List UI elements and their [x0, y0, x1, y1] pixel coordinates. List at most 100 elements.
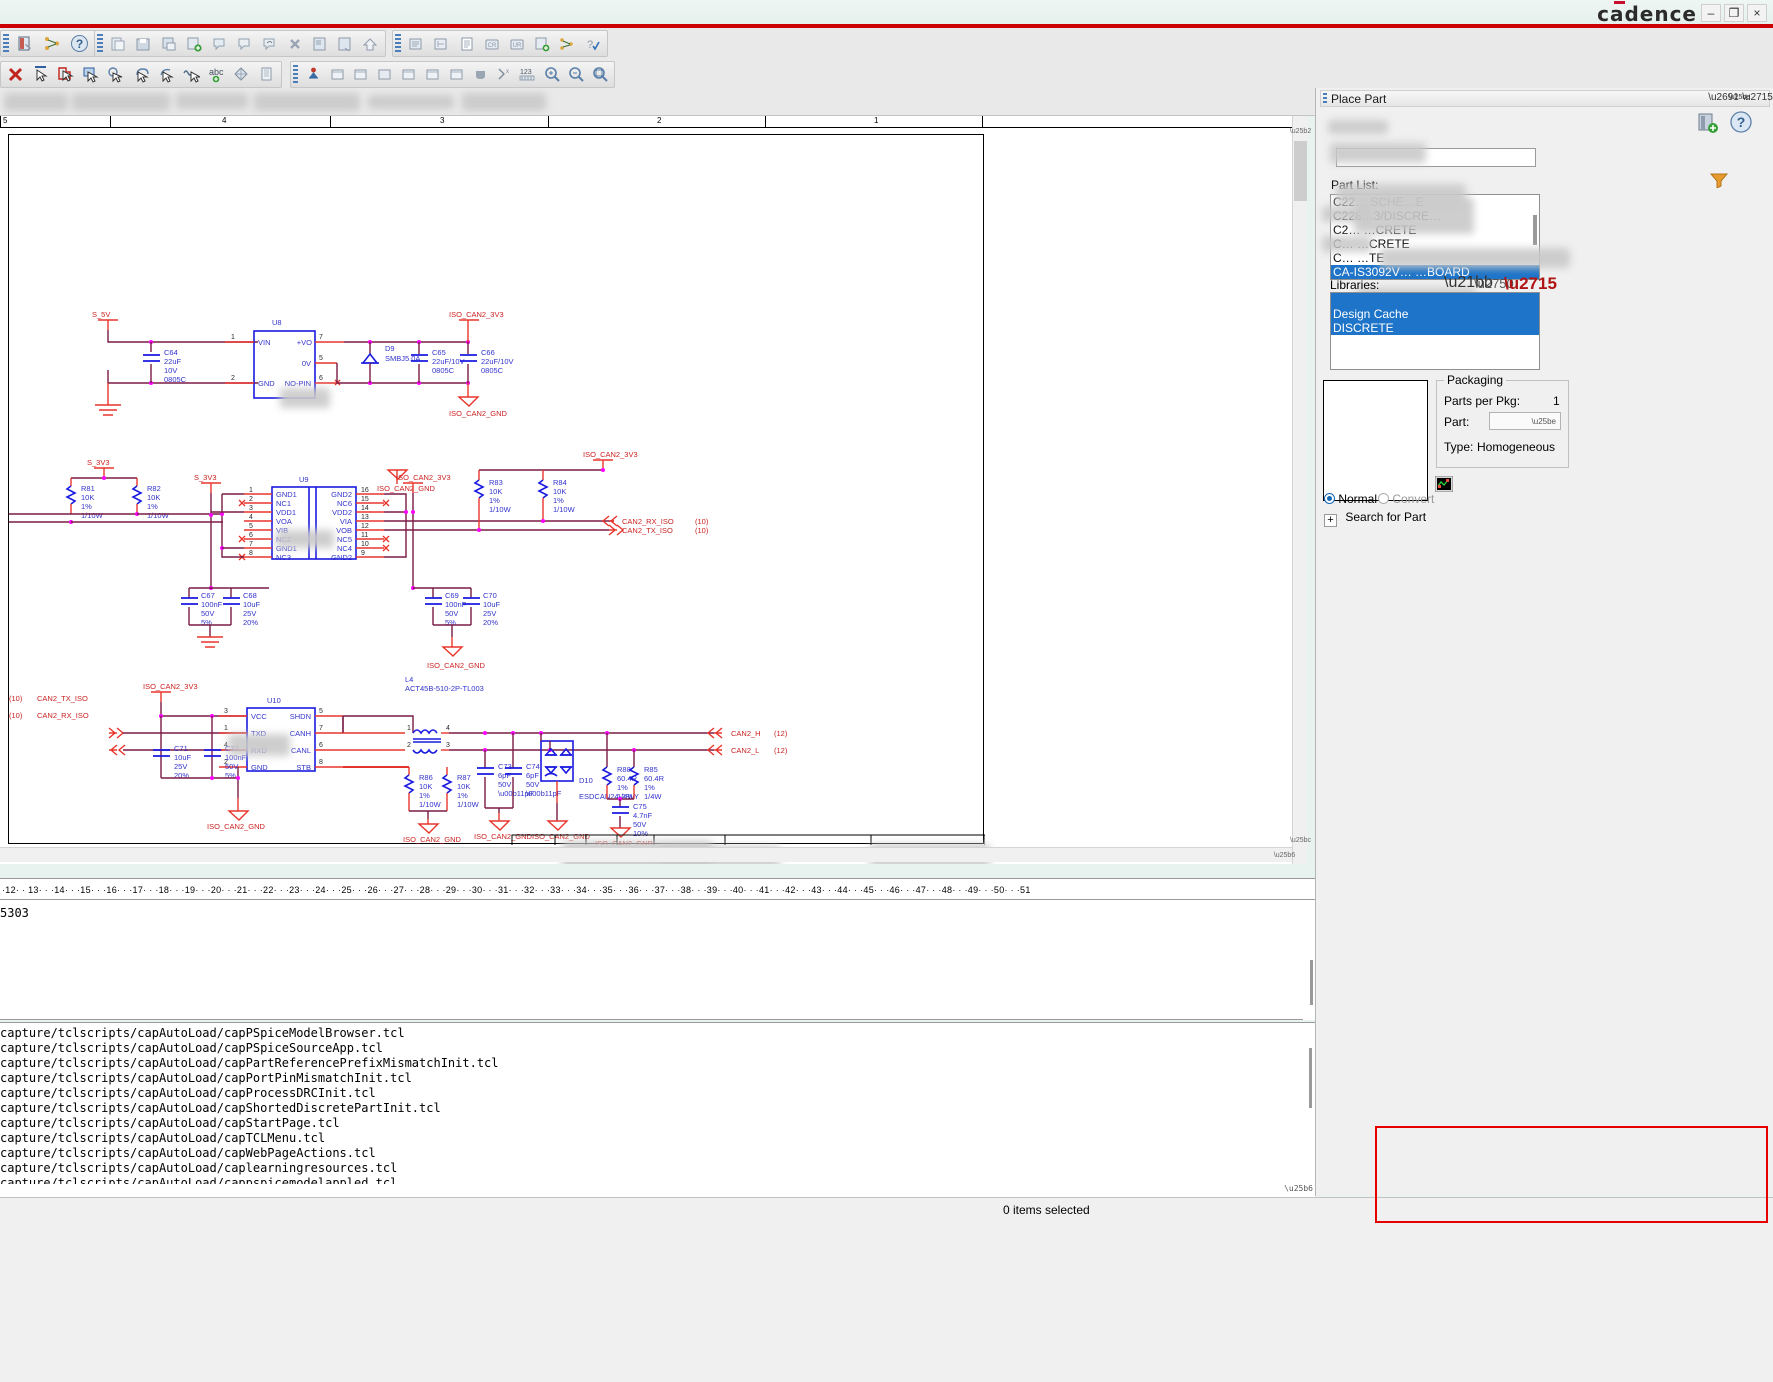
design-rules-icon[interactable]: UR [505, 32, 528, 55]
tab-redacted[interactable] [176, 93, 248, 109]
zoom-area-icon[interactable] [589, 63, 611, 86]
place-hier-port-icon[interactable]: 123 [517, 63, 539, 86]
schematic-sheet[interactable]: .w { stroke:#7a1b45; stroke-width:1.4; f… [8, 134, 985, 845]
library-list-item[interactable] [1331, 293, 1539, 307]
svg-text:ISO_CAN2_3V3: ISO_CAN2_3V3 [583, 450, 638, 459]
new-design-icon[interactable] [13, 32, 38, 55]
polygon-select-icon[interactable] [155, 63, 178, 86]
zoom-in-icon[interactable] [541, 63, 563, 86]
area-select-icon[interactable] [54, 63, 77, 86]
update-props-icon[interactable] [258, 32, 281, 55]
close-icon[interactable]: \u2715 [1742, 90, 1773, 104]
save-icon[interactable] [132, 32, 155, 55]
rotate-icon[interactable] [230, 63, 253, 86]
place-bus-entry-icon[interactable] [422, 63, 444, 86]
lasso-icon[interactable] [129, 63, 152, 86]
place-junction-icon[interactable] [398, 63, 420, 86]
add-library-icon[interactable] [1697, 112, 1719, 134]
filter-icon[interactable] [1709, 172, 1729, 191]
part-graphic-icon[interactable] [1434, 475, 1454, 493]
zoom-cursor-icon[interactable] [104, 63, 127, 86]
convert-radio[interactable]: Convert [1378, 492, 1434, 506]
place-net-alias-icon[interactable] [350, 63, 372, 86]
tab-redacted[interactable] [368, 95, 454, 109]
mirror-icon[interactable] [255, 63, 278, 86]
place-ground-icon[interactable] [470, 63, 492, 86]
tab-redacted[interactable] [462, 93, 546, 111]
library-list-item[interactable]: Design Cache [1331, 307, 1539, 321]
place-offpage-icon[interactable]: x [493, 63, 515, 86]
back-annotate-icon[interactable] [233, 32, 256, 55]
svg-text:C66: C66 [481, 348, 495, 357]
export-icon[interactable] [308, 32, 331, 55]
select-arrow-icon[interactable] [29, 63, 52, 86]
tab-redacted[interactable] [4, 93, 68, 111]
check-icon[interactable]: ? [581, 32, 604, 55]
delete-icon[interactable] [283, 32, 306, 55]
library-list-item[interactable]: DISCRETE [1331, 321, 1539, 335]
output-pane-scrollbar[interactable] [1303, 900, 1315, 1020]
output-pane[interactable]: 5303 [0, 900, 1315, 1020]
scroll-thumb[interactable] [1310, 960, 1313, 1005]
search-for-part-expander[interactable]: + Search for Part [1324, 510, 1426, 527]
cross-ref-icon[interactable]: CR [480, 32, 503, 55]
scroll-thumb[interactable] [1294, 141, 1307, 201]
import-icon[interactable] [334, 32, 357, 55]
netlist-icon[interactable] [430, 32, 453, 55]
annotate-icon[interactable] [207, 32, 230, 55]
libraries-list[interactable]: Design Cache DISCRETE [1330, 292, 1540, 370]
help-icon[interactable]: ? [67, 32, 92, 55]
scroll-right-icon[interactable]: \u25b6 [1284, 1181, 1313, 1196]
canvas-vertical-scrollbar[interactable]: \u25b2 \u25bc [1290, 116, 1311, 864]
hierarchy2-icon[interactable] [556, 32, 579, 55]
save-as-icon[interactable] [157, 32, 180, 55]
copy-properties-icon[interactable] [107, 32, 130, 55]
scroll-thumb[interactable] [1309, 1048, 1312, 1108]
close-button[interactable]: × [1747, 4, 1767, 22]
add-doc-icon[interactable] [530, 32, 553, 55]
toolbar-grip[interactable] [293, 65, 299, 84]
place-bus-icon[interactable] [374, 63, 396, 86]
document-tab-strip[interactable] [0, 90, 1315, 116]
svg-text:3: 3 [224, 708, 228, 715]
hierarchy-icon[interactable] [40, 32, 65, 55]
place-power-icon[interactable] [446, 63, 468, 86]
home-icon[interactable] [359, 32, 382, 55]
tab-redacted[interactable] [72, 93, 170, 111]
redacted-area [1328, 120, 1388, 134]
expand-icon[interactable]: + [1324, 514, 1337, 527]
scroll-down-icon[interactable]: \u25bc [1290, 833, 1311, 848]
place-part-title-bar[interactable]: Place Part [1320, 90, 1770, 107]
place-wire-icon[interactable] [326, 63, 348, 86]
part-select[interactable]: \u25be [1489, 412, 1561, 430]
remove-library-icon[interactable]: \u2715 [1504, 274, 1557, 294]
zoom-out-icon[interactable] [565, 63, 587, 86]
abc-icon[interactable]: abc [205, 63, 228, 86]
rect-select-icon[interactable] [79, 63, 102, 86]
help-icon[interactable]: ? [1729, 110, 1753, 134]
toolbar-grip[interactable] [395, 34, 401, 53]
tab-redacted[interactable] [254, 93, 360, 111]
add-part-icon[interactable] [182, 32, 205, 55]
normal-radio[interactable]: Normal [1324, 492, 1377, 506]
canvas-horizontal-scrollbar[interactable]: \u25b6 [0, 847, 1295, 863]
panel-grip[interactable] [1323, 93, 1327, 104]
console-horizontal-scrollbar[interactable]: \u25b6 [0, 1184, 1315, 1197]
delete-x-icon[interactable] [4, 63, 27, 86]
schematic-canvas[interactable]: 5 4 3 2 1 .w { stroke:#7a1b45; stroke-wi… [0, 116, 1292, 864]
bom-icon[interactable] [405, 32, 428, 55]
minimize-button[interactable]: – [1701, 4, 1721, 22]
svg-text:6pF: 6pF [498, 771, 511, 780]
toolbar-grip[interactable] [3, 34, 9, 53]
scroll-up-icon[interactable]: \u25b2 [1290, 124, 1311, 139]
wire-select-icon[interactable] [180, 63, 203, 86]
tcl-console[interactable]: capture/tclscripts/capAutoLoad/capPSpice… [0, 1022, 1315, 1197]
scroll-right-icon[interactable]: \u25b6 [1274, 848, 1295, 863]
toolbar-grip[interactable] [97, 34, 103, 53]
scroll-thumb[interactable] [1533, 215, 1537, 245]
maximize-button[interactable]: ❐ [1724, 4, 1744, 22]
output-pane-text: 5303 [0, 906, 29, 920]
place-part-icon[interactable] [302, 63, 324, 86]
svg-text:10V: 10V [164, 366, 177, 375]
report-icon[interactable] [455, 32, 478, 55]
